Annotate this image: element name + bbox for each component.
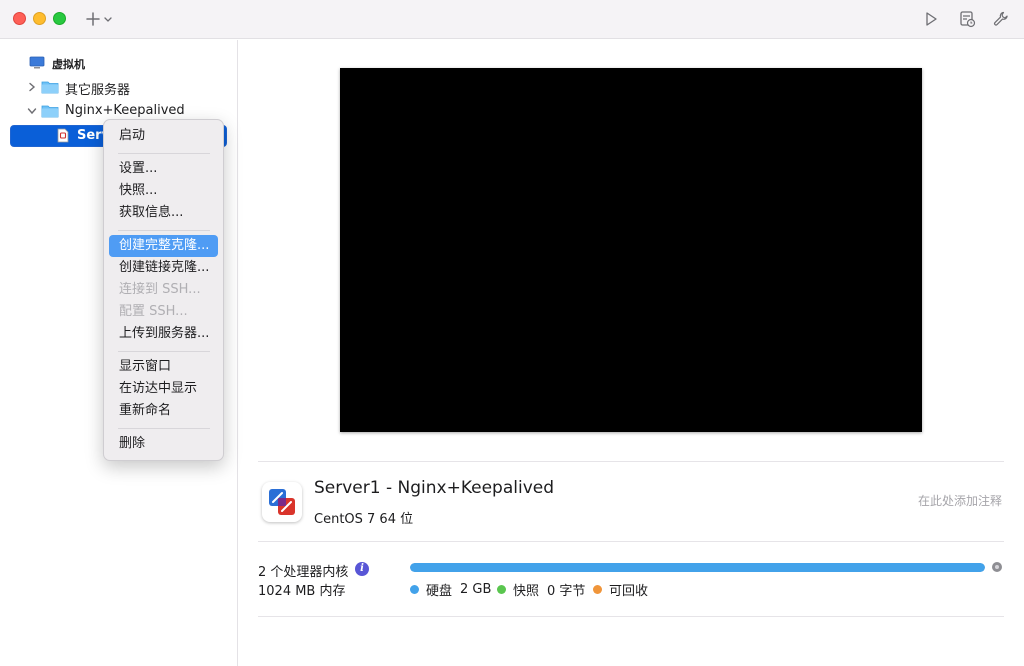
menu-item-connect-ssh: 连接到 SSH... [119,282,201,297]
snapshots-button[interactable] [958,10,976,28]
zoom-window-button[interactable] [53,12,66,25]
info-icon[interactable]: i [355,562,369,576]
reclaimable-dot-icon [593,585,602,594]
menu-item-show-window[interactable]: 显示窗口 [109,356,218,378]
menu-item-full-clone[interactable]: 创建完整克隆... [109,235,218,257]
chevron-right-icon[interactable] [27,82,37,92]
vm-cpu: 2 个处理器内核 [258,565,349,580]
monitor-icon [29,56,45,69]
menu-item-show-in-finder[interactable]: 在访达中显示 [109,378,218,400]
play-icon [926,12,937,26]
settings-button[interactable] [992,10,1010,28]
menu-item-upload[interactable]: 上传到服务器... [109,323,218,345]
legend-disk: 硬盘 2 GB [410,580,491,599]
menu-item-get-info[interactable]: 获取信息... [109,202,218,224]
divider [258,541,1004,542]
legend-reclaimable: 可回收 [593,580,648,599]
menu-separator [118,153,210,154]
close-window-button[interactable] [13,12,26,25]
divider [258,616,1004,617]
vm-file-icon [57,128,69,143]
divider [258,461,1004,462]
vm-title: Server1 - Nginx+Keepalived [314,478,555,498]
menu-item-linked-clone[interactable]: 创建链接克隆... [109,257,218,279]
vm-preview-screen[interactable] [340,68,922,432]
vm-memory: 1024 MB 内存 [258,584,346,599]
folder-icon [41,81,59,94]
add-icon [86,12,100,26]
legend-label: 快照 [513,584,540,599]
menu-separator [118,230,210,231]
menu-item-snapshots[interactable]: 快照... [109,180,218,202]
menu-item-configure-ssh: 配置 SSH... [119,304,188,319]
menu-separator [118,428,210,429]
sidebar-header-label: 虚拟机 [52,58,85,71]
legend-snapshots: 快照 0 字节 [497,580,585,599]
legend-label: 可回收 [609,584,649,599]
sidebar-header: 虚拟机 [0,52,238,74]
chevron-down-icon [104,17,112,22]
snapshot-icon [960,11,976,28]
context-menu: 启动 设置... 快照... 获取信息... 创建完整克隆... 创建链接克隆.… [103,119,224,461]
sidebar-group-label: Nginx+Keepalived [65,103,185,118]
legend-value: 2 GB [460,582,492,597]
chevron-down-icon[interactable] [27,106,37,116]
legend-label: 硬盘 [426,584,453,599]
snapshot-dot-icon [497,585,506,594]
minimize-window-button[interactable] [33,12,46,25]
titlebar [0,0,1024,39]
wrench-icon [994,11,1008,26]
menu-item-rename[interactable]: 重新命名 [109,400,218,422]
disk-dot-icon [410,585,419,594]
legend-value: 0 字节 [547,584,586,599]
start-vm-button[interactable] [922,10,940,28]
sidebar-group-other[interactable]: 其它服务器 [0,76,238,98]
menu-separator [118,351,210,352]
vm-notes-field[interactable]: 在此处添加注释 [918,492,1002,509]
add-vm-button[interactable] [86,9,116,29]
menu-item-settings[interactable]: 设置... [109,158,218,180]
vm-os: CentOS 7 64 位 [314,512,414,527]
menu-item-delete[interactable]: 删除 [109,433,218,455]
storage-bar-end-icon [992,562,1002,572]
menu-item-start[interactable]: 启动 [109,125,218,147]
vmware-fusion-icon [262,482,302,522]
folder-icon [41,105,59,118]
app-window: 虚拟机 其它服务器 Nginx+Keepalived 启动 设置... 快照..… [0,0,1024,666]
storage-bar [410,563,985,572]
sidebar-group-label: 其它服务器 [65,83,131,98]
storage-bar-fill [410,563,985,572]
